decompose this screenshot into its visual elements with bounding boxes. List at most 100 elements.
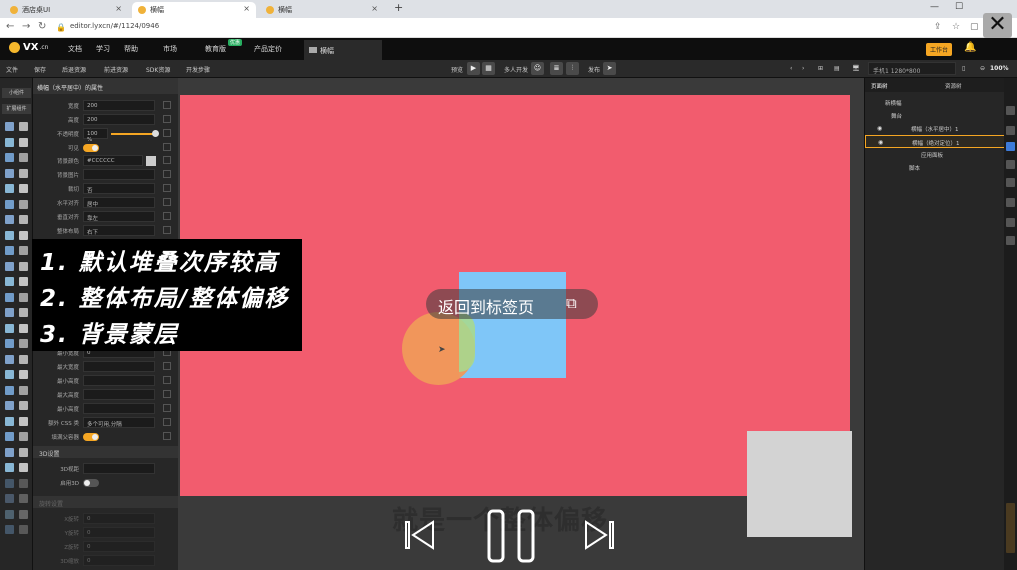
layer-item[interactable]: 脚本 (865, 161, 1005, 174)
tool-icon[interactable] (1006, 106, 1015, 115)
component-icon[interactable] (19, 494, 28, 503)
tab-close-icon[interactable]: × (243, 4, 250, 13)
eye-icon[interactable]: ◉ (877, 125, 882, 132)
bind-icon[interactable] (163, 184, 171, 192)
component-icon[interactable] (5, 385, 14, 395)
component-icon[interactable] (5, 153, 14, 162)
bg-color-input[interactable]: #CCCCCC (83, 155, 143, 166)
bind-icon[interactable] (163, 143, 171, 151)
browser-tab-active[interactable]: 横幅 × (132, 2, 256, 18)
vx-logo[interactable]: VX .cn (9, 42, 48, 53)
layer-item[interactable]: 新横幅 (865, 96, 1005, 109)
tab-basic-components[interactable]: 小组件 (2, 88, 31, 98)
browser-tab[interactable]: 酒店桌UI × (4, 2, 128, 18)
menu-education[interactable]: 教育版 (205, 44, 226, 54)
reload-icon[interactable]: ↻ (38, 21, 46, 32)
menu-pricing[interactable]: 产品定价 (254, 44, 282, 54)
bind-icon[interactable] (163, 432, 171, 440)
menu-docs[interactable]: 文档 (68, 44, 82, 54)
toolbar-dev-steps[interactable]: 开发步骤 (186, 65, 210, 74)
component-icon[interactable] (19, 292, 28, 302)
play-icon[interactable]: ▶ (467, 62, 480, 75)
layers-icon[interactable]: ≣ (550, 62, 563, 75)
blue-banner-element[interactable] (459, 272, 566, 378)
return-to-tab-button[interactable]: 返回到标签页 ⧉ (426, 289, 598, 319)
component-icon[interactable] (5, 432, 14, 441)
tool-icon[interactable] (1006, 126, 1015, 135)
bind-icon[interactable] (163, 129, 171, 137)
perspective-input[interactable] (83, 463, 155, 474)
css-class-input[interactable]: 多个可用,分隔 (83, 417, 155, 428)
align-icon[interactable]: ⊞ (818, 65, 823, 72)
tool-icon[interactable] (1006, 142, 1015, 151)
tab-close-icon[interactable]: × (371, 4, 378, 13)
settings-icon[interactable]: ⫶ (566, 62, 579, 75)
component-icon[interactable] (5, 509, 14, 519)
bind-icon[interactable] (163, 198, 171, 206)
toolbar-publish[interactable]: 发布 (588, 65, 600, 74)
rotate-y-input[interactable]: 0 (83, 527, 155, 538)
tool-icon[interactable] (1006, 218, 1015, 227)
component-icon[interactable] (19, 416, 28, 426)
previous-icon[interactable] (404, 520, 436, 550)
component-icon[interactable] (19, 261, 28, 271)
component-icon[interactable] (5, 137, 14, 147)
bind-icon[interactable] (163, 101, 171, 109)
tool-icon[interactable] (1006, 178, 1015, 187)
component-icon[interactable] (5, 292, 14, 302)
min-height-input-2[interactable] (83, 403, 155, 414)
section-rotate[interactable]: 旋转设置 (33, 496, 178, 508)
component-icon[interactable] (19, 401, 28, 410)
document-tab[interactable]: 横幅 (304, 40, 382, 60)
bind-icon[interactable] (163, 376, 171, 384)
component-icon[interactable] (5, 494, 14, 503)
component-icon[interactable] (5, 416, 14, 426)
component-icon[interactable] (19, 385, 28, 395)
tab-resource-tree[interactable]: 资源树 (945, 82, 962, 90)
component-icon[interactable] (19, 447, 28, 457)
component-icon[interactable] (5, 308, 14, 317)
component-icon[interactable] (19, 137, 28, 147)
component-icon[interactable] (5, 447, 14, 457)
component-icon[interactable] (19, 370, 28, 379)
new-tab-button[interactable]: + (394, 1, 403, 14)
component-icon[interactable] (19, 153, 28, 162)
component-icon[interactable] (19, 354, 28, 364)
color-swatch[interactable] (146, 156, 156, 166)
component-icon[interactable] (5, 525, 14, 534)
component-icon[interactable] (5, 199, 14, 209)
component-icon[interactable] (5, 478, 14, 488)
component-icon[interactable] (5, 215, 14, 224)
section-3d[interactable]: 3D设置 (33, 446, 178, 458)
prev-arrow-icon[interactable]: ‹ (790, 65, 792, 72)
component-icon[interactable] (19, 463, 28, 472)
layout-select[interactable]: 右下 (83, 225, 155, 236)
tool-icon[interactable] (1006, 236, 1015, 245)
component-icon[interactable] (19, 478, 28, 488)
bind-icon[interactable] (163, 115, 171, 123)
bind-icon[interactable] (163, 156, 171, 164)
maximize-icon[interactable]: ☐ (955, 2, 963, 12)
component-icon[interactable] (19, 525, 28, 534)
sidebar-icon[interactable]: ▢ (970, 22, 979, 32)
bind-icon[interactable] (163, 226, 171, 234)
component-icon[interactable] (5, 354, 14, 364)
tab-extended-components[interactable]: 扩展组件 (2, 104, 31, 114)
component-icon[interactable] (5, 184, 14, 193)
layer-item[interactable]: 应用面板 (865, 148, 1005, 161)
rotate-x-input[interactable]: 0 (83, 513, 155, 524)
component-icon[interactable] (5, 122, 14, 131)
bind-icon[interactable] (163, 404, 171, 412)
url-field[interactable]: editor.lyxcn/#/1124/0946 (70, 22, 159, 30)
scale-3d-input[interactable]: 0 (83, 555, 155, 566)
component-icon[interactable] (19, 199, 28, 209)
height-input[interactable]: 200 (83, 114, 155, 125)
component-icon[interactable] (5, 370, 14, 379)
next-arrow-icon[interactable]: › (802, 65, 804, 72)
component-icon[interactable] (5, 339, 14, 348)
bind-icon[interactable] (163, 362, 171, 370)
max-height-input[interactable] (83, 389, 155, 400)
bind-icon[interactable] (163, 390, 171, 398)
component-icon[interactable] (5, 168, 14, 178)
menu-learn[interactable]: 学习 (96, 44, 110, 54)
